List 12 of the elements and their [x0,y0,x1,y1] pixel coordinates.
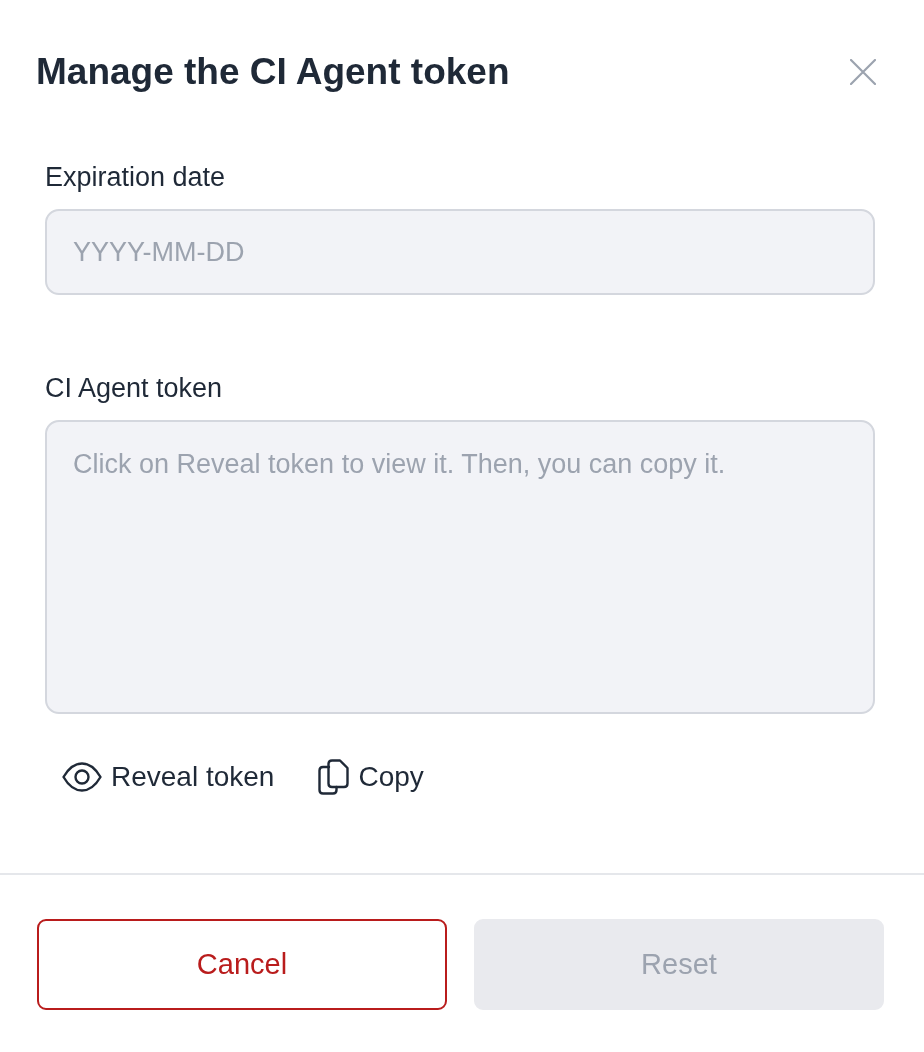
dialog-title: Manage the CI Agent token [36,50,510,94]
date-input-field[interactable]: YYYY-MM-DD [45,209,875,295]
eye-icon [62,762,102,792]
copy-icon [318,759,350,795]
token-text-area[interactable]: Click on Reveal token to view it. Then, you can copy it. [45,420,875,714]
field-label: CI Agent token [45,372,223,404]
copy-button[interactable]: Copy [318,757,424,797]
close-button[interactable] [848,57,878,87]
cancel-button[interactable]: Cancel [37,919,447,1010]
reveal-token-button[interactable]: Reveal token [62,757,275,797]
field-label: Expiration date [45,161,226,193]
close-icon [850,59,876,85]
